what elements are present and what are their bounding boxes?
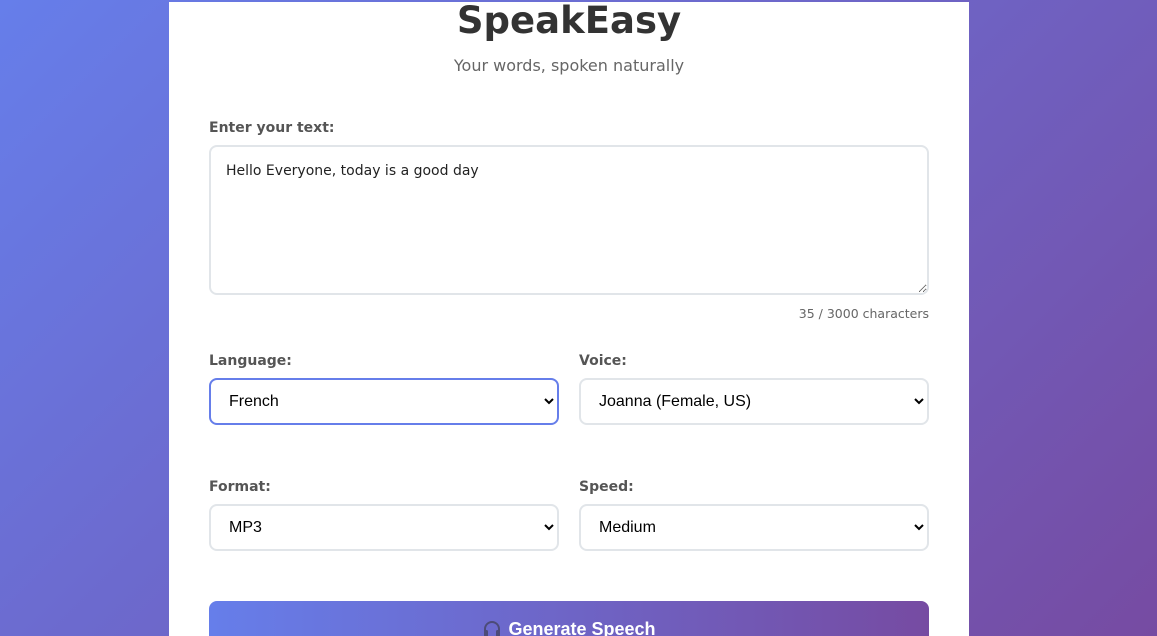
app-subtitle: Your words, spoken naturally (453, 56, 685, 75)
format-label: Format: (209, 479, 271, 495)
voice-select[interactable]: Joanna (Female, US) (579, 378, 929, 425)
headphones-icon (482, 619, 502, 636)
language-select[interactable]: French (209, 378, 559, 425)
speed-select[interactable]: Medium (579, 504, 929, 551)
main-card: SpeakEasy Your words, spoken naturally E… (169, 2, 969, 636)
character-counter: 35 / 3000 characters (798, 306, 929, 321)
text-input[interactable] (209, 145, 929, 295)
generate-speech-button[interactable]: Generate Speech (209, 601, 929, 636)
generate-speech-label: Generate Speech (508, 619, 656, 636)
language-label: Language: (209, 353, 292, 369)
format-select[interactable]: MP3 (209, 504, 559, 551)
voice-label: Voice: (579, 353, 627, 369)
app-title: SpeakEasy (456, 0, 682, 42)
text-input-label: Enter your text: (209, 120, 335, 136)
speed-label: Speed: (579, 479, 634, 495)
